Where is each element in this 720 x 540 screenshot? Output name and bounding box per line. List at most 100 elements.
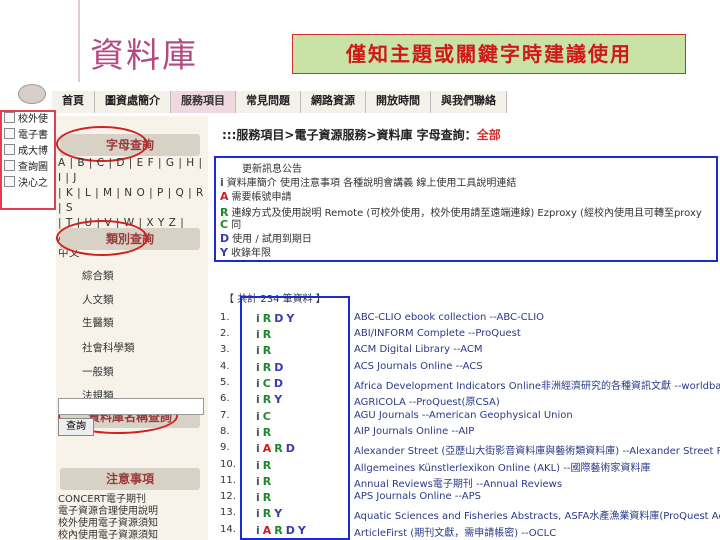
date-icon[interactable]: D bbox=[286, 442, 295, 455]
years-icon[interactable]: Y bbox=[274, 393, 282, 406]
category-link[interactable]: 生醫類 bbox=[82, 315, 114, 330]
years-icon[interactable]: Y bbox=[298, 524, 306, 537]
db-row-icons: iRY bbox=[256, 393, 285, 406]
db-name-link[interactable]: Aquatic Sciences and Fisheries Abstracts… bbox=[354, 507, 720, 522]
notice-link[interactable]: CONCERT電子期刊 bbox=[58, 494, 158, 506]
slide-title: 資料庫 bbox=[90, 36, 198, 76]
category-link[interactable]: 一般類 bbox=[82, 364, 114, 379]
date-icon[interactable]: D bbox=[274, 377, 283, 390]
remote-icon[interactable]: R bbox=[263, 344, 271, 357]
info-icon[interactable]: i bbox=[256, 459, 260, 472]
info-icon[interactable]: i bbox=[256, 491, 260, 504]
years-icon[interactable]: Y bbox=[274, 507, 282, 520]
quick-link-label: 成大博 bbox=[18, 146, 48, 157]
letter-links-row[interactable]: A | B | C | D | E F | G | H | I | J bbox=[58, 156, 208, 186]
dbname-search-input[interactable] bbox=[58, 398, 204, 415]
db-name-link[interactable]: AIP Journals Online --AIP bbox=[354, 426, 474, 437]
quick-link-label: 查詢圖 bbox=[18, 162, 48, 173]
info-icon[interactable]: i bbox=[256, 475, 260, 488]
remote-icon[interactable]: R bbox=[274, 524, 282, 537]
notice-link[interactable]: 校內使用電子資源須知 bbox=[58, 530, 158, 540]
legend-text: 需要帳號申請 bbox=[231, 192, 292, 203]
remote-icon[interactable]: R bbox=[263, 426, 271, 439]
info-icon[interactable]: i bbox=[256, 344, 260, 357]
campus-icon[interactable]: C bbox=[263, 377, 271, 390]
remote-icon[interactable]: R bbox=[263, 361, 271, 374]
notice-link[interactable]: 校外使用電子資源須知 bbox=[58, 518, 158, 530]
db-name-link[interactable]: APS Journals Online --APS bbox=[354, 491, 481, 502]
campus-icon[interactable]: C bbox=[263, 410, 271, 423]
db-name-link[interactable]: ABI/INFORM Complete --ProQuest bbox=[354, 328, 521, 339]
info-icon[interactable]: i bbox=[256, 524, 260, 537]
db-name-link[interactable]: Alexander Street (亞歷山大街影音資料庫與藝術類資料庫) --A… bbox=[354, 442, 720, 457]
remote-icon[interactable]: R bbox=[263, 475, 271, 488]
letter-links-row[interactable]: | K | L | M | N O | P | Q | R | S bbox=[58, 186, 208, 216]
remote-icon[interactable]: R bbox=[263, 312, 271, 325]
db-row-number: 5. bbox=[220, 377, 230, 388]
quick-link-label: 電子書 bbox=[18, 130, 48, 141]
remote-icon[interactable]: R bbox=[263, 328, 271, 341]
nav-item[interactable]: 圖資處簡介 bbox=[95, 91, 171, 113]
db-row-number: 4. bbox=[220, 361, 230, 372]
info-icon[interactable]: i bbox=[256, 361, 260, 374]
db-name-link[interactable]: ACS Journals Online --ACS bbox=[354, 361, 483, 372]
info-icon[interactable]: i bbox=[256, 507, 260, 520]
years-icon[interactable]: Y bbox=[286, 312, 294, 325]
info-icon[interactable]: i bbox=[256, 410, 260, 423]
left-quick-links: 校外使電子書成大博查詢圖決心之 bbox=[0, 110, 56, 210]
db-name-link[interactable]: Allgemeines Künstlerlexikon Online (AKL)… bbox=[354, 459, 650, 474]
info-icon[interactable]: i bbox=[256, 426, 260, 439]
nav-item[interactable]: 網路資源 bbox=[301, 91, 366, 113]
notice-link[interactable]: 電子資源合理使用說明 bbox=[58, 506, 158, 518]
category-link[interactable]: 人文類 bbox=[82, 292, 114, 307]
account-icon[interactable]: A bbox=[220, 190, 229, 203]
date-icon[interactable]: D bbox=[274, 312, 283, 325]
remote-icon[interactable]: R bbox=[263, 393, 271, 406]
nav-item[interactable]: 常見問題 bbox=[236, 91, 301, 113]
checkbox-icon bbox=[4, 176, 15, 187]
info-icon[interactable]: i bbox=[256, 393, 260, 406]
years-icon[interactable]: Y bbox=[220, 246, 228, 259]
quick-link[interactable]: 校外使 bbox=[2, 112, 54, 128]
db-name-link[interactable]: Annual Reviews電子期刊 --Annual Reviews bbox=[354, 475, 562, 490]
remote-icon[interactable]: R bbox=[274, 442, 282, 455]
checkbox-icon bbox=[4, 112, 15, 123]
db-name-link[interactable]: AGU Journals --American Geophysical Unio… bbox=[354, 410, 573, 421]
info-icon[interactable]: i bbox=[256, 377, 260, 390]
date-icon[interactable]: D bbox=[286, 524, 295, 537]
remote-icon[interactable]: R bbox=[263, 507, 271, 520]
remote-icon[interactable]: R bbox=[263, 459, 271, 472]
quick-link[interactable]: 電子書 bbox=[2, 128, 54, 144]
date-icon[interactable]: D bbox=[274, 361, 283, 374]
quick-link[interactable]: 決心之 bbox=[2, 176, 54, 192]
quick-link[interactable]: 成大博 bbox=[2, 144, 54, 160]
db-name-link[interactable]: Africa Development Indicators Online非洲經濟… bbox=[354, 377, 720, 392]
nav-item[interactable]: 首頁 bbox=[52, 91, 95, 113]
db-name-link[interactable]: ABC-CLIO ebook collection --ABC-CLIO bbox=[354, 312, 544, 323]
db-row-number: 8. bbox=[220, 426, 230, 437]
legend-title: 更新訊息公告 bbox=[242, 164, 302, 175]
nav-item[interactable]: 服務項目 bbox=[171, 91, 236, 113]
checkbox-icon bbox=[4, 160, 15, 171]
db-name-link[interactable]: ACM Digital Library --ACM bbox=[354, 344, 482, 355]
db-name-link[interactable]: AGRICOLA --ProQuest(原CSA) bbox=[354, 393, 500, 408]
legend-info-box: 更新訊息公告 i 資料庫簡介 使用注意事項 各種說明會講義 線上使用工具說明連結 A… bbox=[214, 156, 718, 262]
db-row-number: 14. bbox=[220, 524, 236, 535]
quick-link[interactable]: 查詢圖 bbox=[2, 160, 54, 176]
account-icon[interactable]: A bbox=[263, 442, 272, 455]
info-icon[interactable]: i bbox=[256, 328, 260, 341]
query-button[interactable]: 查詢 bbox=[58, 418, 94, 436]
info-icon[interactable]: i bbox=[256, 442, 260, 455]
checkbox-icon bbox=[4, 128, 15, 139]
nav-item[interactable]: 與我們聯絡 bbox=[431, 91, 507, 113]
legend-text: 收錄年限 bbox=[230, 248, 271, 259]
nav-item[interactable]: 開放時間 bbox=[366, 91, 431, 113]
category-link[interactable]: 綜合類 bbox=[82, 268, 114, 283]
account-icon[interactable]: A bbox=[263, 524, 272, 537]
info-icon[interactable]: i bbox=[256, 312, 260, 325]
slide-banner: 僅知主題或關鍵字時建議使用 bbox=[292, 34, 686, 74]
category-link[interactable]: 社會科學類 bbox=[82, 340, 135, 355]
remote-icon[interactable]: R bbox=[263, 491, 271, 504]
db-name-link[interactable]: ArticleFirst (期刊文獻，需申請帳密) --OCLC bbox=[354, 524, 556, 539]
legend-row: C同 bbox=[220, 216, 241, 231]
